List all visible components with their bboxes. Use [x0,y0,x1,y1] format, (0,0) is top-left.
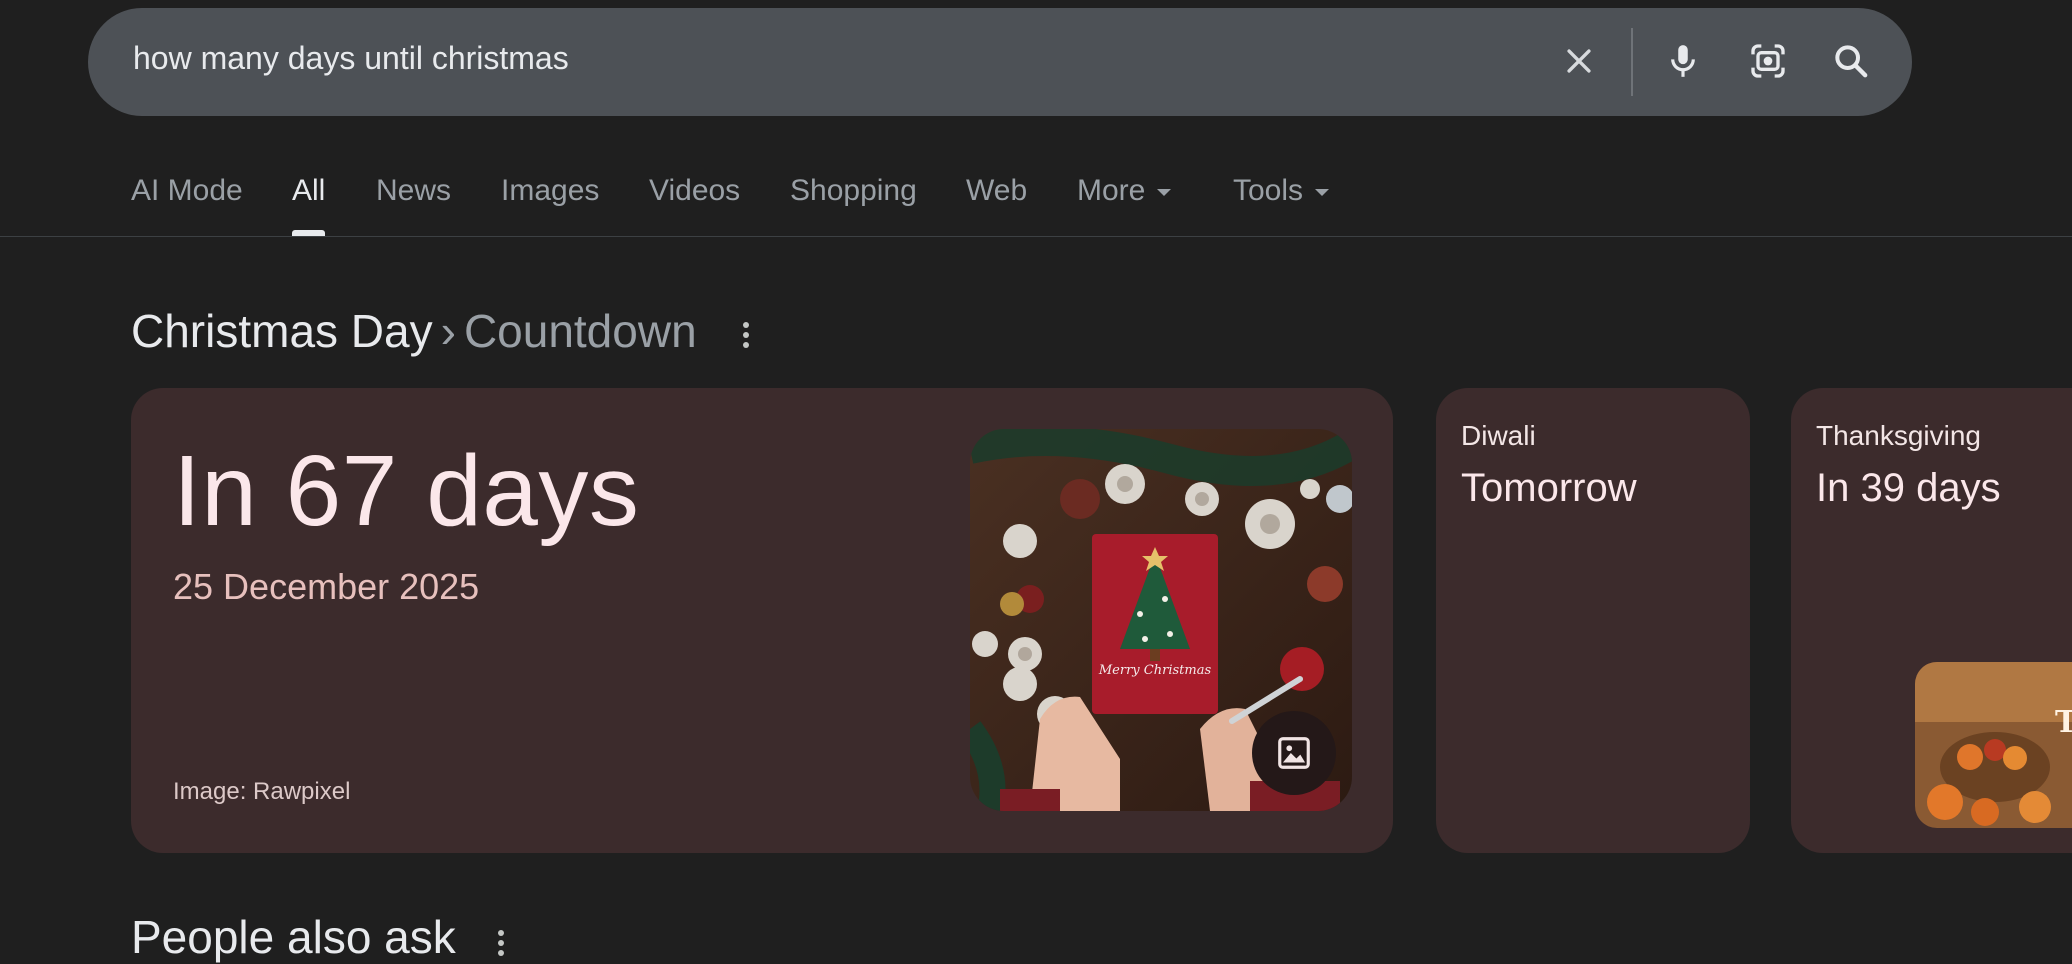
close-icon [1567,49,1591,73]
lens-camera-icon [1751,44,1785,78]
countdown-card[interactable]: In 67 days 25 December 2025 Image: Rawpi… [131,388,1393,853]
holiday-countdown: Tomorrow [1461,466,1637,510]
tab-web[interactable]: Web [966,174,1027,208]
kebab-dot [743,322,749,328]
holiday-countdown: In 39 days [1816,466,2001,510]
tab-ai-mode[interactable]: AI Mode [131,174,243,208]
chevron-down-icon [1157,188,1172,196]
search-button[interactable] [1826,36,1876,86]
tab-more[interactable]: More [1077,174,1172,208]
tab-tools-label: Tools [1233,174,1304,207]
search-icon [1835,45,1868,78]
kebab-dot [498,940,504,946]
search-tabs: AI Mode All News Images Videos Shopping … [0,150,2072,237]
tab-images[interactable]: Images [501,174,599,208]
kebab-dot [743,342,749,348]
tab-news[interactable]: News [376,174,451,208]
thanksgiving-illustration: Th [1915,662,2072,828]
voice-search-button[interactable] [1658,36,1708,86]
kebab-dot [498,950,504,956]
view-image-button[interactable] [1252,711,1336,795]
holiday-name: Diwali [1461,420,1536,451]
result-subtitle: Countdown [463,305,697,357]
result-heading: Christmas Day › Countdown [131,304,697,358]
more-options-button[interactable] [736,318,756,354]
paa-options-button[interactable] [496,926,506,956]
people-also-ask-title: People also ask [131,911,456,963]
tab-more-label: More [1077,174,1146,207]
holiday-name: Thanksgiving [1816,420,1981,451]
microphone-icon [1671,45,1695,77]
tab-all[interactable]: All [292,174,326,236]
card-text: Merry Christmas [1098,663,1212,678]
search-input[interactable]: how many days until christmas [133,40,569,77]
tab-shopping[interactable]: Shopping [790,174,917,208]
image-icon [1278,737,1310,769]
chevron-down-icon [1315,188,1330,196]
holiday-card-thanksgiving[interactable]: Thanksgiving In 39 days Th [1791,388,2072,853]
kebab-dot [743,332,749,338]
kebab-dot [498,930,504,936]
holiday-card-diwali[interactable]: Diwali Tomorrow [1436,388,1750,853]
thumb-text: Th [2055,705,2072,740]
result-title[interactable]: Christmas Day [131,305,433,357]
thanksgiving-image: Th [1915,662,2072,828]
search-divider [1631,28,1633,96]
image-credit: Image: Rawpixel [173,778,351,805]
clear-search-button[interactable] [1554,36,1604,86]
countdown-value: In 67 days [173,435,640,547]
search-bar[interactable]: how many days until christmas [88,8,1912,116]
breadcrumb-separator: › [440,305,456,357]
tab-videos[interactable]: Videos [649,174,740,208]
christmas-card-image[interactable]: Merry Christmas [970,429,1352,811]
tab-tools[interactable]: Tools [1233,174,1330,208]
countdown-date: 25 December 2025 [173,566,480,607]
lens-search-button[interactable] [1743,36,1793,86]
